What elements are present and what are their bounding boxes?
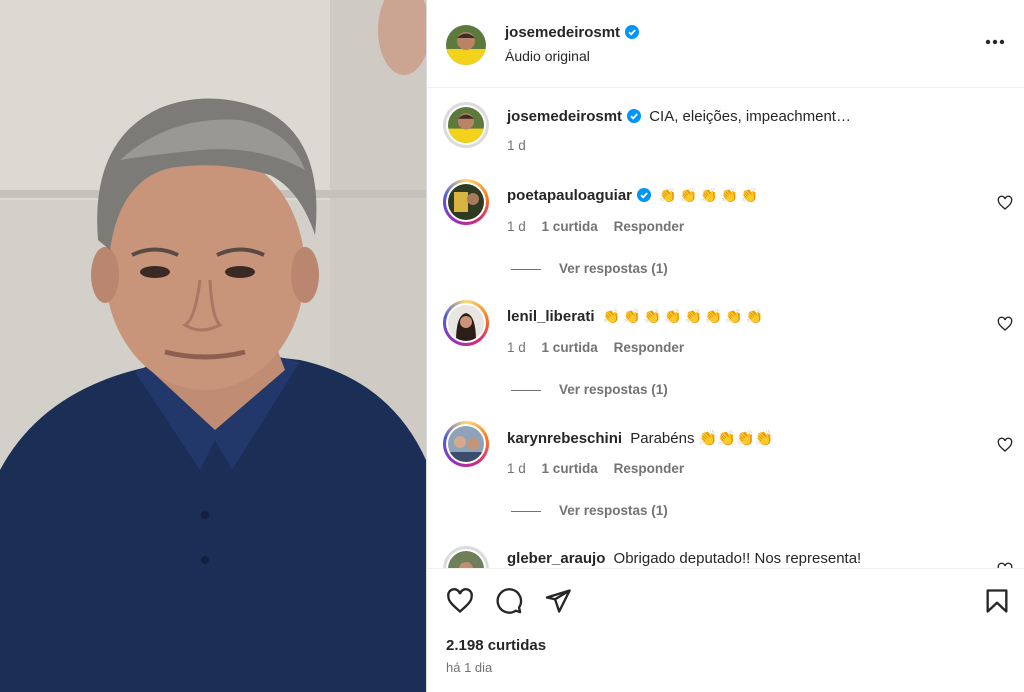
post-side-panel: josemedeirosmt Áudio original josemedeir… xyxy=(426,0,1024,692)
comment-username[interactable]: gleber_araujo xyxy=(507,550,605,567)
bookmark-icon[interactable] xyxy=(983,587,1011,615)
caption-avatar[interactable] xyxy=(443,102,489,148)
comment-username[interactable]: lenil_liberati xyxy=(507,308,595,325)
action-bar: 2.198 curtidas há 1 dia xyxy=(427,568,1024,692)
view-replies-label[interactable]: Ver respostas (1) xyxy=(559,261,668,276)
more-options-icon[interactable] xyxy=(983,32,1007,52)
comment-like-heart-icon[interactable] xyxy=(997,195,1013,211)
comment-avatar[interactable] xyxy=(443,179,489,225)
audio-label[interactable]: Áudio original xyxy=(505,48,590,64)
reply-button[interactable]: Responder xyxy=(614,461,685,476)
view-replies-button[interactable]: Ver respostas (1) xyxy=(511,503,668,518)
comment-likes[interactable]: 1 curtida xyxy=(542,340,598,355)
video-frame xyxy=(0,0,426,692)
post-header: josemedeirosmt Áudio original xyxy=(427,0,1024,88)
comment-line: karynrebeschini Parabéns 👏👏👏👏 xyxy=(507,429,773,447)
verified-badge-icon xyxy=(637,188,652,202)
verified-badge-icon xyxy=(627,109,642,123)
likes-count[interactable]: 2.198 curtidas xyxy=(446,637,546,654)
comment-time[interactable]: 1 d xyxy=(507,461,526,476)
post-media[interactable] xyxy=(0,0,426,692)
comment-like-heart-icon[interactable] xyxy=(997,316,1013,332)
comment-meta: 1 d 1 curtida Responder xyxy=(507,461,696,476)
post-timestamp[interactable]: há 1 dia xyxy=(446,660,492,675)
view-replies-button[interactable]: Ver respostas (1) xyxy=(511,261,668,276)
comment-likes[interactable]: 1 curtida xyxy=(542,219,598,234)
author-username-text[interactable]: josemedeirosmt xyxy=(505,24,620,41)
comments-list[interactable]: josemedeirosmt CIA, eleições, impeachmen… xyxy=(427,88,1024,568)
caption-time[interactable]: 1 d xyxy=(507,138,526,153)
comment-meta: 1 d 1 curtida Responder xyxy=(507,340,696,355)
comment-line: lenil_liberati 👏👏👏👏👏👏👏👏 xyxy=(507,308,766,325)
comment-text: Obrigado deputado!! Nos representa! xyxy=(613,550,862,567)
replies-divider xyxy=(511,389,541,391)
comment-time[interactable]: 1 d xyxy=(507,219,526,234)
comment-line: poetapauloaguiar 👏👏👏👏👏 xyxy=(507,187,761,204)
replies-divider xyxy=(511,510,541,512)
comment-avatar[interactable] xyxy=(443,546,489,568)
caption-username[interactable]: josemedeirosmt xyxy=(507,108,622,125)
caption-text: CIA, eleições, impeachment… xyxy=(649,108,851,125)
comment-like-heart-icon[interactable] xyxy=(997,437,1013,453)
comment-line: gleber_araujo Obrigado deputado!! Nos re… xyxy=(507,550,861,567)
view-replies-label[interactable]: Ver respostas (1) xyxy=(559,382,668,397)
comment-username[interactable]: karynrebeschini xyxy=(507,430,622,447)
verified-badge-icon xyxy=(625,25,640,39)
author-username[interactable]: josemedeirosmt xyxy=(505,24,640,41)
view-replies-label[interactable]: Ver respostas (1) xyxy=(559,503,668,518)
replies-divider xyxy=(511,268,541,270)
comment-meta: 1 d 1 curtida Responder xyxy=(507,219,696,234)
heart-icon[interactable] xyxy=(446,587,474,615)
comment-text: 👏👏👏👏👏 xyxy=(659,187,762,203)
caption-line: josemedeirosmt CIA, eleições, impeachmen… xyxy=(507,108,851,125)
reply-button[interactable]: Responder xyxy=(614,340,685,355)
send-icon[interactable] xyxy=(544,587,572,615)
comment-icon[interactable] xyxy=(495,587,523,615)
caption-meta: 1 d xyxy=(507,138,538,153)
comment-username[interactable]: poetapauloaguiar xyxy=(507,187,632,204)
comment-avatar[interactable] xyxy=(443,300,489,346)
author-avatar[interactable] xyxy=(446,25,486,65)
comment-likes[interactable]: 1 curtida xyxy=(542,461,598,476)
view-replies-button[interactable]: Ver respostas (1) xyxy=(511,382,668,397)
comment-time[interactable]: 1 d xyxy=(507,340,526,355)
comment-avatar[interactable] xyxy=(443,421,489,467)
reply-button[interactable]: Responder xyxy=(614,219,685,234)
comment-text: 👏👏👏👏👏👏👏👏 xyxy=(602,308,767,324)
comment-text: Parabéns 👏👏👏👏 xyxy=(630,430,774,447)
